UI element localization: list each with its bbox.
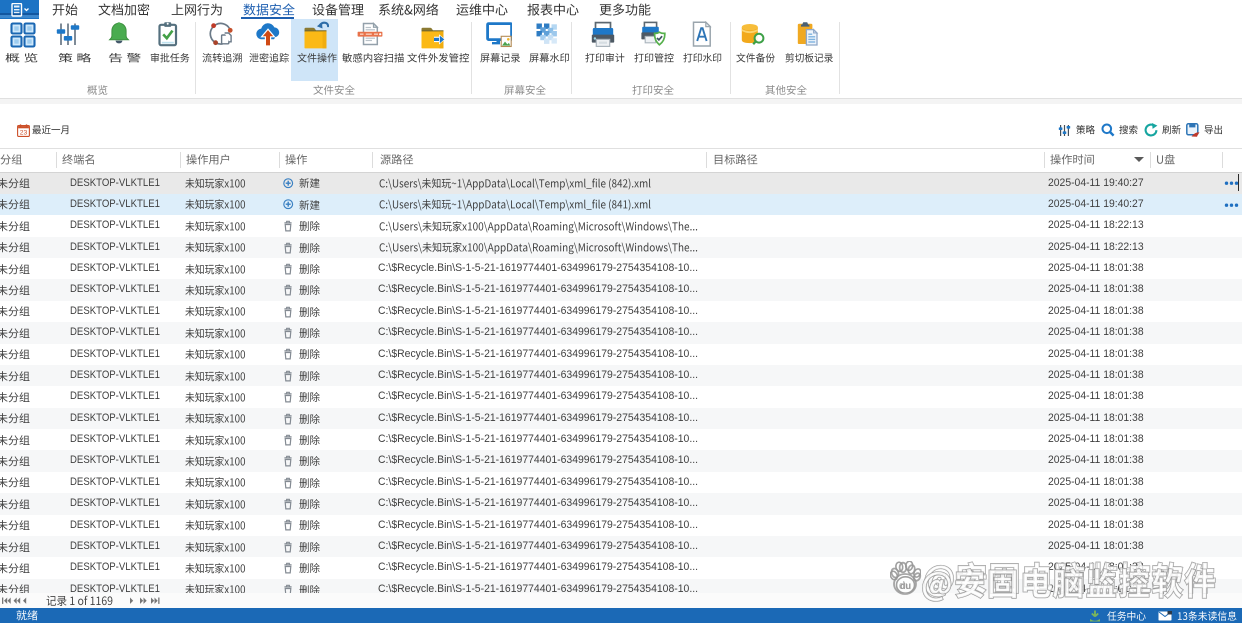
svg-text:23: 23 [20, 129, 28, 136]
svg-text:du: du [899, 580, 911, 592]
